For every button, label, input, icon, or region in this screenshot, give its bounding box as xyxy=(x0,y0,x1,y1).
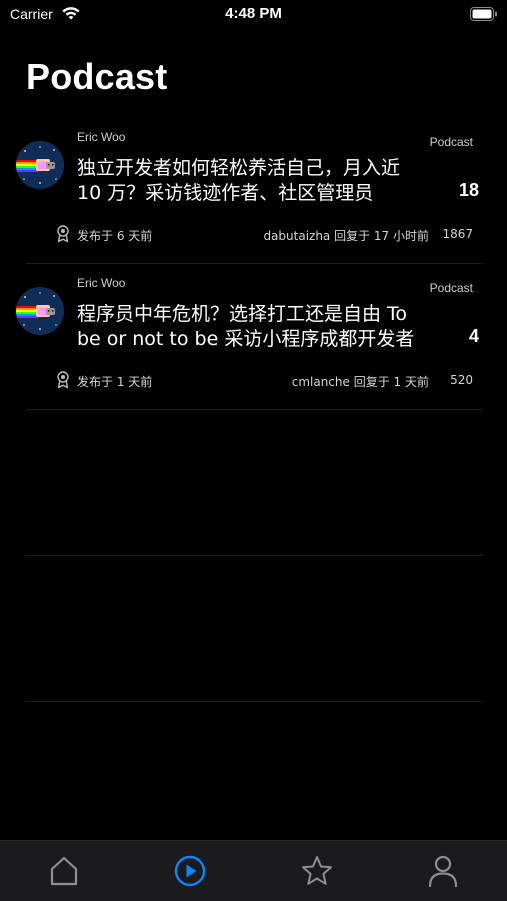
nyan-cat-avatar-icon xyxy=(16,287,64,335)
node-label[interactable]: Podcast xyxy=(430,135,473,149)
topic-row[interactable]: Eric Woo Podcast 独立开发者如何轻松养活自己，月入近 10 万？… xyxy=(0,118,507,264)
play-circle-icon xyxy=(174,855,206,887)
node-label[interactable]: Podcast xyxy=(430,281,473,295)
last-reply: cmlanche 回复于 1 天前 xyxy=(291,375,429,389)
star-icon xyxy=(302,856,332,885)
last-reply: dabutaizha 回复于 17 小时前 xyxy=(263,229,429,243)
topic-meta: 发布于 6 天前 dabutaizha 回复于 17 小时前 1867 xyxy=(56,225,481,243)
reply-count: 18 xyxy=(458,180,479,200)
status-bar: Carrier 4:48 PM xyxy=(0,0,507,28)
tab-profile[interactable] xyxy=(425,853,461,889)
empty-row xyxy=(0,556,507,702)
tab-home[interactable] xyxy=(46,853,82,889)
badge-icon xyxy=(57,225,69,243)
author-name[interactable]: Eric Woo xyxy=(77,130,125,144)
tab-favorites[interactable] xyxy=(299,853,335,889)
topic-row[interactable]: Eric Woo Podcast 程序员中年危机？选择打工还是自由 To be … xyxy=(0,264,507,410)
reply-count: 4 xyxy=(468,326,479,346)
empty-row xyxy=(0,702,507,848)
clock: 4:48 PM xyxy=(225,5,282,22)
view-count: 520 xyxy=(450,373,473,387)
posted-time: 发布于 1 天前 xyxy=(77,375,153,389)
view-count: 1867 xyxy=(442,227,473,241)
page-title: Podcast xyxy=(26,56,168,97)
avatar[interactable] xyxy=(16,287,64,335)
topic-title[interactable]: 程序员中年危机？选择打工还是自由 To be or not to be 采访小程… xyxy=(77,302,429,352)
person-icon xyxy=(428,855,458,888)
nyan-cat-avatar-icon xyxy=(16,141,64,189)
avatar[interactable] xyxy=(16,141,64,189)
posted-time: 发布于 6 天前 xyxy=(77,229,153,243)
topic-title[interactable]: 独立开发者如何轻松养活自己，月入近 10 万？采访钱迹作者、社区管理员 xyxy=(77,156,429,206)
tab-bar xyxy=(0,840,507,901)
topic-meta: 发布于 1 天前 cmlanche 回复于 1 天前 520 xyxy=(56,371,481,389)
empty-row xyxy=(0,410,507,556)
topic-list: Eric Woo Podcast 独立开发者如何轻松养活自己，月入近 10 万？… xyxy=(0,118,507,848)
author-name[interactable]: Eric Woo xyxy=(77,276,125,290)
tab-podcast[interactable] xyxy=(172,853,208,889)
battery-icon xyxy=(470,7,497,21)
badge-icon xyxy=(57,371,69,389)
home-icon xyxy=(50,856,78,886)
